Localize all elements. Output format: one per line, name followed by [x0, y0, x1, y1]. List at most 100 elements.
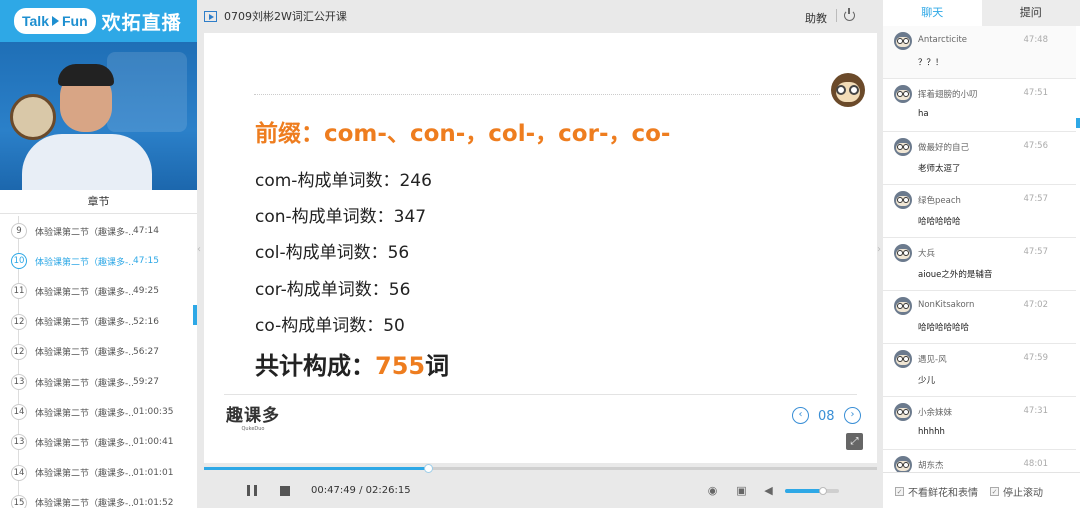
slide-line: col-构成单词数：56	[255, 243, 410, 263]
checkbox-icon[interactable]: ✓	[895, 487, 904, 496]
stop-scroll-checkbox[interactable]: ✓ 停止滚动	[990, 484, 1043, 499]
chat-scrollbar[interactable]	[1076, 118, 1080, 128]
checkbox-icon[interactable]: ✓	[990, 487, 999, 496]
next-page-button[interactable]: ›	[844, 407, 861, 424]
chapter-item[interactable]: 11 体验课第二节（趣课多-... 49:25	[0, 276, 192, 306]
avatar-icon	[894, 32, 912, 50]
prev-page-button[interactable]: ‹	[792, 407, 809, 424]
chapter-time: 52:16	[133, 316, 159, 327]
chat-time: 47:31	[1023, 406, 1049, 416]
avatar-icon	[894, 244, 912, 262]
chat-footer: ✓ 不看鲜花和表情 ✓ 停止滚动	[883, 472, 1080, 508]
chat-username: NonKitsakorn	[918, 300, 975, 310]
chat-message: 大兵 47:57 aioue之外的是辅音	[883, 238, 1076, 291]
chapter-item[interactable]: 13 体验课第二节（趣课多-... 01:00:41	[0, 427, 192, 457]
chat-time: 48:01	[1023, 459, 1049, 469]
chapter-item[interactable]: 12 体验课第二节（趣课多-... 52:16	[0, 307, 192, 337]
slide-total: 共计构成：755词	[255, 352, 450, 380]
volume-fill	[785, 487, 827, 495]
chapter-item[interactable]: 9 体验课第二节（趣课多-... 47:14	[0, 216, 192, 246]
power-icon[interactable]	[844, 8, 855, 21]
total-value: 755	[375, 352, 426, 380]
tab-chat[interactable]: 聊天	[883, 0, 982, 26]
chapter-name: 体验课第二节（趣课多-...	[35, 318, 133, 329]
avatar-icon	[894, 138, 912, 156]
chapter-name: 体验课第二节（趣课多-...	[35, 408, 133, 419]
chapter-item[interactable]: 13 体验课第二节（趣课多-... 59:27	[0, 367, 192, 397]
owl-mascot-icon	[831, 73, 865, 107]
teacher-camera-video[interactable]	[0, 42, 197, 190]
player-title-bar: 0709刘彬2W词汇公开课	[204, 0, 877, 32]
chapter-time: 59:27	[133, 377, 159, 388]
chat-text: ？？！	[918, 58, 944, 68]
teacher-hair	[58, 64, 114, 86]
chapter-number: 15	[11, 494, 27, 508]
chat-message-list: Antarcticite 47:48 ？？！ 挥着翅膀的小叨 47:51 ha 做最好的自己…	[883, 26, 1076, 472]
player-area: 0709刘彬2W词汇公开课 助教 前缀：com-、con-，col-，cor-，…	[204, 0, 877, 508]
chapter-number: 13	[11, 434, 27, 451]
chapter-number: 11	[11, 283, 27, 300]
avatar-icon	[894, 191, 912, 209]
stop-button[interactable]	[280, 486, 290, 496]
slide-line: cor-构成单词数：56	[255, 280, 411, 300]
chapter-number: 10	[11, 253, 27, 270]
volume-slider[interactable]	[785, 487, 839, 495]
chapter-number: 14	[11, 404, 27, 421]
avatar-icon	[894, 85, 912, 103]
page-number: 08	[818, 409, 835, 424]
chapter-number: 9	[11, 223, 27, 240]
tab-question[interactable]: 提问	[981, 0, 1080, 26]
chapter-item[interactable]: 15 体验课第二节（趣课多-... 01:01:52	[0, 488, 192, 508]
chapter-time: 47:15	[133, 256, 159, 267]
qukeduo-logo: 趣课多 QukeDuo	[226, 406, 280, 432]
chat-username: 遇见-风	[918, 355, 947, 365]
chapter-time: 01:00:35	[133, 407, 174, 418]
chat-text: ha	[918, 109, 929, 119]
chat-username: 小余妹妹	[918, 408, 953, 418]
chat-message: 胡东杰 48:01	[883, 450, 1076, 472]
video-icon	[204, 10, 217, 22]
chat-message: 小余妹妹 47:31 hhhhh	[883, 397, 1076, 450]
chat-message: 遇见-风 47:59 少儿	[883, 344, 1076, 397]
slide-line: com-构成单词数：246	[255, 171, 432, 191]
chapter-name: 体验课第二节（趣课多-...	[35, 227, 133, 238]
chapter-item[interactable]: 14 体验课第二节（趣课多-... 01:00:35	[0, 397, 192, 427]
slide-footer-rule	[224, 394, 857, 395]
volume-icon[interactable]: ◀	[762, 484, 775, 497]
pip-icon[interactable]: ▣	[735, 484, 748, 497]
broadcast-icon[interactable]: ◉	[706, 484, 719, 497]
time-display: 00:47:49 / 02:26:15	[311, 485, 411, 496]
chat-text: 哈哈哈哈哈	[918, 217, 961, 227]
slide-dotted-rule	[254, 94, 820, 95]
chat-username: 挥着翅膀的小叨	[918, 90, 978, 100]
slide-heading: 前缀：com-、con-，col-，cor-，co-	[255, 121, 671, 147]
chat-username: 大兵	[918, 249, 936, 259]
chapter-time: 47:14	[133, 226, 159, 237]
chapter-name: 体验课第二节（趣课多-...	[35, 378, 133, 389]
chapter-time: 01:01:01	[133, 467, 174, 478]
fullscreen-icon[interactable]: ⤢	[846, 433, 863, 450]
chapter-scrollbar[interactable]	[193, 305, 197, 325]
chapter-item[interactable]: 10 体验课第二节（趣课多-... 47:15	[0, 246, 192, 276]
chapter-item[interactable]: 14 体验课第二节（趣课多-... 01:01:01	[0, 458, 192, 488]
chat-text: aioue之外的是辅音	[918, 270, 993, 280]
chat-tabs: 聊天 提问	[883, 0, 1080, 26]
chapter-item[interactable]: 12 体验课第二节（趣课多-... 56:27	[0, 337, 192, 367]
chapter-name: 体验课第二节（趣课多-...	[35, 348, 133, 359]
slide-line: co-构成单词数：50	[255, 316, 405, 336]
assistant-button[interactable]: 助教	[805, 10, 827, 26]
chapter-time: 01:01:52	[133, 497, 174, 508]
chat-username: Antarcticite	[918, 35, 968, 45]
chapter-time: 56:27	[133, 346, 159, 357]
chat-time: 47:56	[1023, 141, 1049, 151]
chapter-name: 体验课第二节（趣课多-...	[35, 287, 133, 298]
avatar-icon	[894, 297, 912, 315]
chat-time: 47:57	[1023, 194, 1049, 204]
hide-flowers-checkbox[interactable]: ✓ 不看鲜花和表情	[895, 484, 978, 499]
chat-panel: 聊天 提问 Antarcticite 47:48 ？？！ 挥着翅膀的小叨 47:51 ha…	[883, 0, 1080, 508]
course-title: 0709刘彬2W词汇公开课	[224, 10, 347, 23]
pause-button[interactable]	[247, 485, 257, 496]
chapter-name: 体验课第二节（趣课多-...	[35, 499, 133, 508]
talkfun-logo: Talk Fun	[14, 8, 96, 34]
volume-knob[interactable]	[818, 487, 827, 495]
